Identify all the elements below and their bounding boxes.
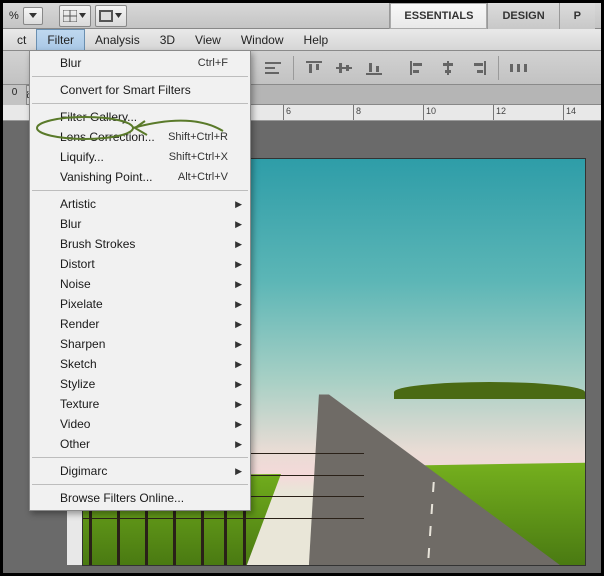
menu-separator xyxy=(32,484,248,485)
ruler-tick: 12 xyxy=(496,106,506,116)
menu-item-label: Brush Strokes xyxy=(60,237,135,251)
zoom-dropdown[interactable] xyxy=(23,7,43,25)
ruler-tick: 6 xyxy=(286,106,291,116)
menu-item-video[interactable]: Video xyxy=(30,414,250,434)
align-vcenter-icon[interactable] xyxy=(334,58,354,78)
options-bar: % ESSENTIALS DESIGN P xyxy=(3,3,601,29)
menu-item-label: Video xyxy=(60,417,90,431)
screen-mode-icon xyxy=(99,10,113,22)
menu-item-label: Pixelate xyxy=(60,297,103,311)
menu-item-liquify[interactable]: Liquify... Shift+Ctrl+X xyxy=(30,147,250,167)
menu-item-sharpen[interactable]: Sharpen xyxy=(30,334,250,354)
workspace-tab-design[interactable]: DESIGN xyxy=(487,3,558,29)
menu-select-partial[interactable]: ct xyxy=(7,29,36,50)
align-menu-icon[interactable] xyxy=(263,58,283,78)
menu-item-shortcut: Shift+Ctrl+X xyxy=(169,151,228,163)
menu-item-shortcut: Alt+Ctrl+V xyxy=(178,171,228,183)
menu-separator xyxy=(32,76,248,77)
toolbar-divider xyxy=(293,56,294,80)
menu-analysis[interactable]: Analysis xyxy=(85,29,150,50)
ruler-tick: 14 xyxy=(566,106,576,116)
menu-item-sketch[interactable]: Sketch xyxy=(30,354,250,374)
menu-item-label: Liquify... xyxy=(60,150,104,164)
menu-item-label: Stylize xyxy=(60,377,95,391)
menu-item-blur[interactable]: Blur xyxy=(30,214,250,234)
menu-item-label: Texture xyxy=(60,397,99,411)
menu-item-label: Sketch xyxy=(60,357,97,371)
menu-item-label: Vanishing Point... xyxy=(60,170,153,184)
left-strip: 0 xyxy=(3,85,27,105)
menu-item-label: Browse Filters Online... xyxy=(60,491,184,505)
menu-item-label: Blur xyxy=(60,56,81,70)
image-hill xyxy=(394,382,585,398)
menu-view[interactable]: View xyxy=(185,29,231,50)
menu-item-convert-for-smart-filters[interactable]: Convert for Smart Filters xyxy=(30,80,250,100)
menu-item-filter-gallery[interactable]: Filter Gallery... xyxy=(30,107,250,127)
menu-item-pixelate[interactable]: Pixelate xyxy=(30,294,250,314)
grid-icon xyxy=(63,10,77,22)
align-hcenter-icon[interactable] xyxy=(438,58,458,78)
menu-item-label: Sharpen xyxy=(60,337,105,351)
left-strip-label: 0 xyxy=(12,87,18,98)
menu-item-blur[interactable]: Blur Ctrl+F xyxy=(30,53,250,73)
ruler-tick: 8 xyxy=(356,106,361,116)
menu-item-digimarc[interactable]: Digimarc xyxy=(30,461,250,481)
menu-item-label: Lens Correction... xyxy=(60,130,155,144)
menu-help[interactable]: Help xyxy=(294,29,339,50)
view-mode-button-1[interactable] xyxy=(59,5,91,27)
menu-item-label: Artistic xyxy=(60,197,96,211)
workspace-tab-more[interactable]: P xyxy=(559,3,595,29)
zoom-percent-label: % xyxy=(9,10,19,22)
menu-bar: ct Filter Analysis 3D View Window Help xyxy=(3,29,601,51)
menu-item-label: Other xyxy=(60,437,90,451)
menu-item-shortcut: Shift+Ctrl+R xyxy=(168,131,228,143)
menu-separator xyxy=(32,457,248,458)
menu-item-label: Noise xyxy=(60,277,91,291)
menu-item-label: Distort xyxy=(60,257,95,271)
menu-item-stylize[interactable]: Stylize xyxy=(30,374,250,394)
menu-item-brush-strokes[interactable]: Brush Strokes xyxy=(30,234,250,254)
distribute-icon[interactable] xyxy=(509,58,529,78)
menu-separator xyxy=(32,190,248,191)
menu-window[interactable]: Window xyxy=(231,29,294,50)
toolbar-divider xyxy=(498,56,499,80)
menu-filter[interactable]: Filter xyxy=(36,29,85,50)
menu-separator xyxy=(32,103,248,104)
menu-item-noise[interactable]: Noise xyxy=(30,274,250,294)
menu-item-shortcut: Ctrl+F xyxy=(198,57,228,69)
menu-item-distort[interactable]: Distort xyxy=(30,254,250,274)
view-mode-button-2[interactable] xyxy=(95,5,127,27)
menu-item-browse-filters-online[interactable]: Browse Filters Online... xyxy=(30,488,250,508)
menu-item-texture[interactable]: Texture xyxy=(30,394,250,414)
menu-item-vanishing-point[interactable]: Vanishing Point... Alt+Ctrl+V xyxy=(30,167,250,187)
menu-item-label: Convert for Smart Filters xyxy=(60,83,191,97)
menu-item-label: Render xyxy=(60,317,99,331)
menu-item-other[interactable]: Other xyxy=(30,434,250,454)
align-left-icon[interactable] xyxy=(408,58,428,78)
workspace-tab-essentials[interactable]: ESSENTIALS xyxy=(389,3,487,29)
workspace-switcher: ESSENTIALS DESIGN P xyxy=(389,3,595,29)
align-right-icon[interactable] xyxy=(468,58,488,78)
menu-item-lens-correction[interactable]: Lens Correction... Shift+Ctrl+R xyxy=(30,127,250,147)
ruler-tick: 10 xyxy=(426,106,436,116)
menu-item-label: Filter Gallery... xyxy=(60,110,137,124)
menu-item-label: Digimarc xyxy=(60,464,107,478)
menu-item-artistic[interactable]: Artistic xyxy=(30,194,250,214)
menu-item-label: Blur xyxy=(60,217,81,231)
filter-menu-dropdown: Blur Ctrl+F Convert for Smart Filters Filte… xyxy=(29,50,251,511)
align-bottom-icon[interactable] xyxy=(364,58,384,78)
menu-item-render[interactable]: Render xyxy=(30,314,250,334)
menu-3d[interactable]: 3D xyxy=(150,29,185,50)
align-top-icon[interactable] xyxy=(304,58,324,78)
